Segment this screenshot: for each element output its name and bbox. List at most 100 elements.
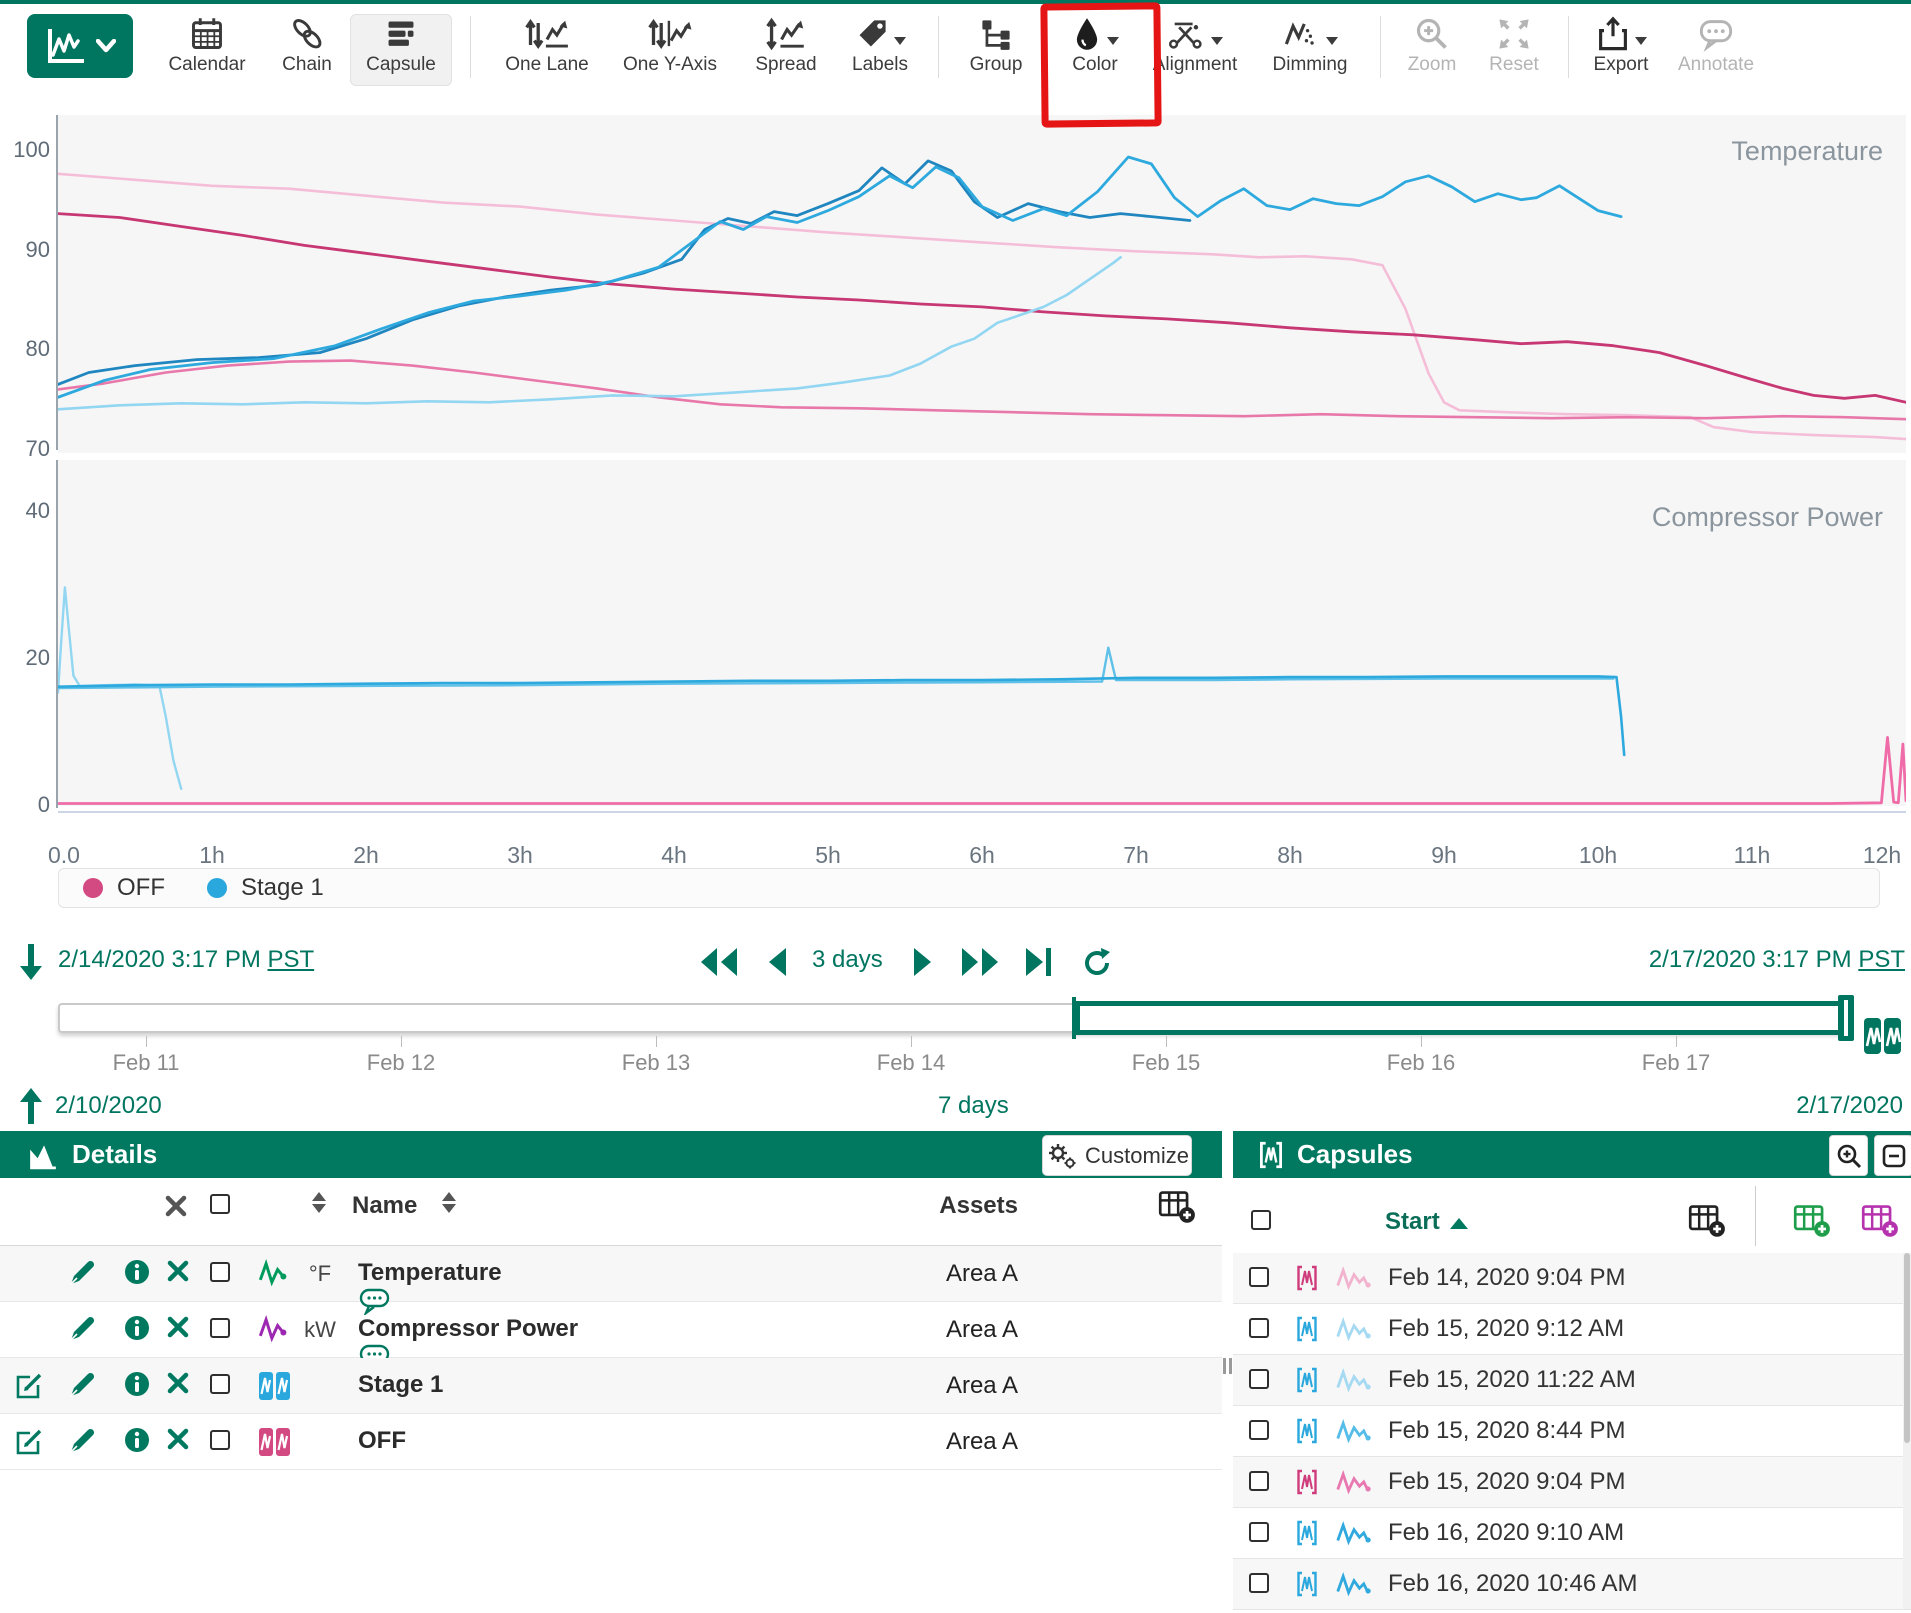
remove-all-icon[interactable] [164, 1194, 188, 1218]
step-back-button[interactable] [764, 944, 790, 980]
chart-legend: OFF Stage 1 [58, 868, 1880, 908]
details-row-compressor-power[interactable]: kW Compressor Power Area A [0, 1302, 1222, 1358]
expand-range-arrow-icon[interactable] [16, 1086, 46, 1126]
item-name[interactable]: Stage 1 [358, 1371, 443, 1399]
investigate-range-duration[interactable]: 7 days [938, 1092, 1009, 1120]
row-checkbox[interactable] [210, 1262, 230, 1282]
edit-icon[interactable] [14, 1427, 44, 1457]
add-condition-column-icon[interactable] [1861, 1202, 1899, 1238]
capsules-zoom-button[interactable] [1829, 1135, 1868, 1176]
add-signal-column-icon[interactable] [1793, 1202, 1831, 1238]
capsules-scrollbar-thumb[interactable] [1904, 1253, 1910, 1443]
start-column-header[interactable]: Start [1385, 1208, 1468, 1236]
details-row-off[interactable]: OFF Area A [0, 1414, 1222, 1470]
toolbar-calendar-button[interactable]: Calendar [149, 14, 265, 86]
temperature-lane-svg[interactable] [58, 115, 1906, 453]
toolbar-dimming-button[interactable]: Dimming [1252, 14, 1368, 86]
toolbar-reset-button[interactable]: Reset [1456, 14, 1572, 86]
capsule-row[interactable]: Feb 16, 2020 10:46 AM [1233, 1559, 1911, 1610]
panel-splitter-grip[interactable] [1223, 1358, 1232, 1374]
edit-icon[interactable] [14, 1371, 44, 1401]
series-power-stage1-main [58, 676, 1624, 755]
details-table: °F Temperature Area A kW Compressor Powe… [0, 1246, 1222, 1470]
power-lane-svg[interactable] [58, 460, 1906, 806]
name-column-header[interactable]: Name [352, 1192, 417, 1220]
remove-icon[interactable] [166, 1259, 190, 1283]
timezone-link-end[interactable]: PST [1858, 946, 1905, 973]
capsule-icon-blue [1295, 1570, 1319, 1598]
capsule-row[interactable]: Feb 15, 2020 8:44 PM [1233, 1406, 1911, 1457]
duration-label[interactable]: 3 days [812, 946, 883, 974]
toolbar-annotate-button[interactable]: Annotate [1658, 14, 1774, 86]
step-to-end-button[interactable] [1022, 944, 1056, 980]
timeline-right-handle[interactable] [1838, 995, 1854, 1041]
gears-icon [1045, 1142, 1077, 1170]
capsule-time-toggle-icon[interactable] [1862, 1016, 1904, 1056]
remove-icon[interactable] [166, 1371, 190, 1395]
timeline-selected-range[interactable] [1075, 1001, 1845, 1035]
capsule-checkbox[interactable] [1249, 1318, 1269, 1338]
toolbar-chain-button[interactable]: Chain [254, 14, 360, 86]
capsule-checkbox[interactable] [1249, 1420, 1269, 1440]
auto-update-button[interactable] [1080, 946, 1114, 980]
capsule-row[interactable]: Feb 16, 2020 9:10 AM [1233, 1508, 1911, 1559]
capsule-row[interactable]: Feb 15, 2020 9:12 AM [1233, 1304, 1911, 1355]
row-checkbox[interactable] [210, 1430, 230, 1450]
item-name[interactable]: OFF [358, 1427, 406, 1455]
capsule-checkbox[interactable] [1249, 1267, 1269, 1287]
customize-button[interactable]: Customize [1042, 1135, 1192, 1176]
capsules-select-all-checkbox[interactable] [1251, 1210, 1271, 1230]
remove-icon[interactable] [166, 1427, 190, 1451]
collapse-range-arrow-icon[interactable] [16, 942, 46, 982]
panel-splitter[interactable] [1222, 1178, 1233, 1609]
toolbar-labels-button[interactable]: Labels [822, 14, 938, 86]
capsules-panel-icon [1257, 1139, 1285, 1171]
toolbar-capsule-button[interactable]: Capsule [350, 14, 452, 86]
info-icon[interactable] [124, 1315, 150, 1341]
toolbar-one-lane-button[interactable]: One Lane [489, 14, 605, 86]
capsule-checkbox[interactable] [1249, 1369, 1269, 1389]
capsule-row[interactable]: Feb 14, 2020 9:04 PM [1233, 1253, 1911, 1304]
view-selector-button[interactable] [27, 14, 133, 78]
step-forward-much-button[interactable] [958, 944, 1002, 980]
select-all-checkbox[interactable] [210, 1194, 230, 1214]
investigate-range-end[interactable]: 2/17/2020 [1796, 1092, 1903, 1120]
toolbar-one-y-axis-button[interactable]: One Y-Axis [612, 14, 728, 86]
assets-column-header[interactable]: Assets [939, 1192, 1018, 1220]
xtick-4: 4h [634, 842, 714, 869]
add-column-icon[interactable] [1158, 1188, 1196, 1224]
display-range-end[interactable]: 2/17/2020 3:17 PM PST [1649, 946, 1905, 974]
info-icon[interactable] [124, 1371, 150, 1397]
capsules-add-column-icon[interactable] [1688, 1202, 1726, 1238]
details-row-stage-1[interactable]: Stage 1 Area A [0, 1358, 1222, 1414]
signal-icon-purple [258, 1315, 288, 1343]
display-range-start[interactable]: 2/14/2020 3:17 PM PST [58, 946, 314, 974]
toolbar-alignment-button[interactable]: Alignment [1137, 14, 1253, 86]
pin-icon[interactable] [68, 1259, 96, 1287]
capsule-checkbox[interactable] [1249, 1573, 1269, 1593]
name-sort-icons[interactable] [442, 1192, 456, 1213]
timezone-link[interactable]: PST [268, 946, 315, 973]
investigate-range-start[interactable]: 2/10/2020 [55, 1092, 162, 1120]
step-back-much-button[interactable] [697, 944, 741, 980]
sort-icons[interactable] [312, 1192, 326, 1213]
timeline-left-handle[interactable] [1072, 997, 1076, 1039]
color-caret-icon [1107, 37, 1119, 45]
row-checkbox[interactable] [210, 1318, 230, 1338]
row-checkbox[interactable] [210, 1374, 230, 1394]
info-icon[interactable] [124, 1427, 150, 1453]
pin-icon[interactable] [68, 1315, 96, 1343]
capsule-row[interactable]: Feb 15, 2020 11:22 AM [1233, 1355, 1911, 1406]
details-row-temperature[interactable]: °F Temperature Area A [0, 1246, 1222, 1302]
pin-icon[interactable] [68, 1371, 96, 1399]
remove-icon[interactable] [166, 1315, 190, 1339]
pin-icon[interactable] [68, 1427, 96, 1455]
capsules-collapse-button[interactable] [1874, 1135, 1911, 1176]
capsule-row[interactable]: Feb 15, 2020 9:04 PM [1233, 1457, 1911, 1508]
capsule-checkbox[interactable] [1249, 1522, 1269, 1542]
info-icon[interactable] [124, 1259, 150, 1285]
step-forward-button[interactable] [910, 944, 936, 980]
capsule-checkbox[interactable] [1249, 1471, 1269, 1491]
toolbar-color-button[interactable]: Color [1037, 14, 1153, 86]
one-lane-icon [525, 14, 569, 54]
